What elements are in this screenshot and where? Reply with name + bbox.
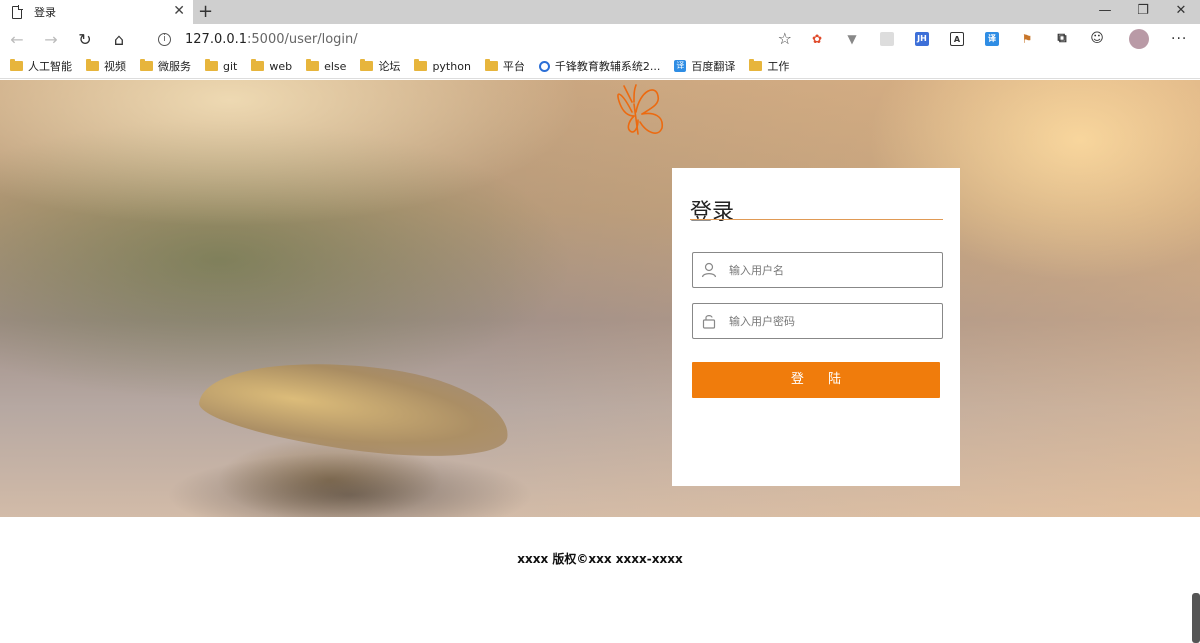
title-divider [690,219,943,220]
minimize-button[interactable]: — [1086,0,1124,24]
translate-icon: 译 [674,60,687,72]
bookmark-item[interactable]: 微服务 [140,58,191,74]
extension-translate-icon[interactable]: 译 [985,32,999,46]
home-button[interactable]: ⌂ [102,30,136,49]
bookmark-item[interactable]: 译百度翻译 [674,58,735,74]
extension-grey-icon[interactable] [880,32,894,46]
extension-a-icon[interactable]: A [950,32,964,46]
new-tab-button[interactable]: + [198,0,213,24]
address-bar[interactable]: i 127.0.0.1:5000/user/login/ ☆ [148,27,798,51]
footer-copyright: xxxx 版权©xxx xxxx-xxxx [517,552,683,566]
extensions-bar: ✿ ▼ JH A 译 ⚑ ⧉ ☺ ··· [810,24,1187,54]
extension-jh-icon[interactable]: JH [915,32,929,46]
bookmark-item[interactable]: git [205,59,238,73]
bookmark-label: 视频 [104,60,126,73]
folder-icon [749,59,763,71]
bookmark-item[interactable]: 视频 [86,58,126,74]
url-text: 127.0.0.1:5000/user/login/ [185,32,358,47]
favorite-star-icon[interactable]: ☆ [778,29,792,48]
user-icon [701,262,717,278]
bookmark-item[interactable]: 工作 [749,58,789,74]
tab-title: 登录 [34,6,56,19]
site-icon [538,60,550,72]
extension-red-icon[interactable]: ✿ [810,32,824,46]
restore-button[interactable]: ❐ [1124,0,1162,24]
profile-avatar[interactable] [1129,29,1149,49]
more-menu-icon[interactable]: ··· [1171,31,1187,47]
extension-v-icon[interactable]: ▼ [845,32,859,46]
lock-icon [702,315,716,329]
password-placeholder: 输入用户密码 [729,315,795,328]
bookmark-label: 百度翻译 [691,60,736,73]
hero-background [0,80,1200,517]
bookmark-item[interactable]: web [251,59,293,73]
folder-icon [414,59,428,71]
username-field[interactable]: 输入用户名 [692,252,943,288]
login-card: 登录 输入用户名 输入用户密码 登 陆 [672,168,960,486]
bookmark-item[interactable]: 论坛 [360,58,400,74]
butterfly-logo-icon [617,84,664,135]
close-window-button[interactable]: ✕ [1162,0,1200,24]
folder-icon [205,59,218,71]
bookmark-label: 工作 [767,60,790,73]
folder-icon [10,59,23,71]
window-controls: — ❐ ✕ [1086,0,1200,24]
back-button[interactable]: ← [0,30,34,49]
folder-icon [360,59,374,71]
bookmark-label: 微服务 [158,60,191,73]
feedback-icon[interactable]: ☺ [1090,32,1104,46]
forward-button[interactable]: → [34,30,68,49]
tab-login[interactable]: 登录 ✕ [0,0,193,24]
bookmark-label: web [269,59,293,73]
refresh-button[interactable]: ↻ [68,30,102,49]
password-field[interactable]: 输入用户密码 [692,303,943,339]
document-icon [12,4,23,19]
login-button[interactable]: 登 陆 [692,362,940,398]
bookmark-item[interactable]: 人工智能 [10,58,72,74]
bookmark-label: git [223,59,238,73]
bookmark-item[interactable]: python [414,59,471,73]
folder-icon [251,59,265,71]
folder-icon [86,59,99,71]
site-info-icon[interactable]: i [158,32,171,46]
hero-glow [0,80,1200,517]
browser-toolbar: ← → ↻ ⌂ i 127.0.0.1:5000/user/login/ ☆ ✿… [0,24,1200,54]
bookmark-label: else [324,59,347,73]
bookmark-label: 论坛 [378,60,401,73]
folder-icon [484,59,498,71]
url-path: :5000/user/login/ [247,31,358,47]
close-tab-icon[interactable]: ✕ [173,3,185,19]
username-placeholder: 输入用户名 [729,264,784,277]
bookmark-label: 人工智能 [28,60,72,73]
collections-icon[interactable]: ⧉ [1055,32,1069,46]
bookmark-item[interactable]: else [306,59,347,73]
bookmarks-bar: 人工智能 视频 微服务 git web else 论坛 python 平台 千锋… [0,54,1200,79]
login-title: 登录 [690,200,735,225]
url-host: 127.0.0.1 [185,31,248,47]
bookmark-label: python [432,59,471,73]
folder-icon [306,59,320,71]
tab-bar: 登录 ✕ + — ❐ ✕ [0,0,1200,24]
bookmark-label: 平台 [502,60,525,73]
folder-icon [140,59,153,71]
bookmark-item[interactable]: 千锋教育教辅系统2... [538,58,661,74]
scrollbar-thumb[interactable] [1192,593,1200,643]
extension-stamp-icon[interactable]: ⚑ [1020,32,1034,46]
bookmark-item[interactable]: 平台 [484,58,525,74]
bookmark-label: 千锋教育教辅系统2... [554,60,661,73]
